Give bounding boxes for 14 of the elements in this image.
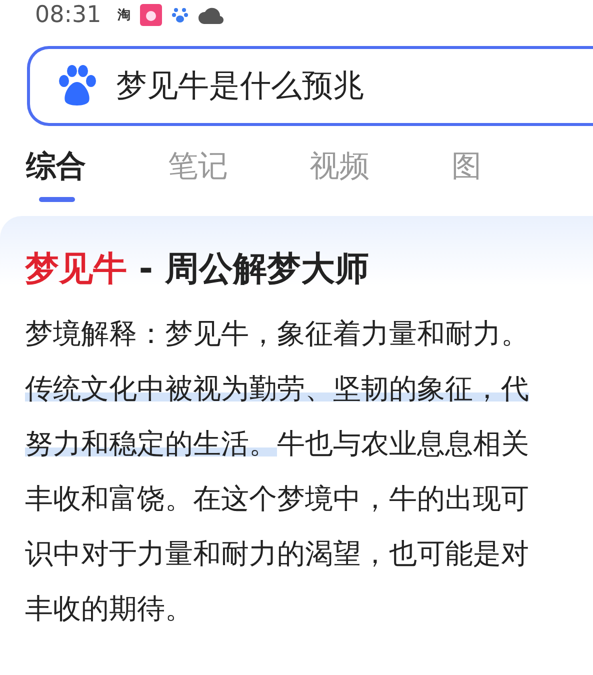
app-icon: 淘	[117, 6, 130, 24]
paw-icon	[172, 6, 188, 24]
result-text-line: 识中对于力量和耐力的渴望，也可能是对	[25, 536, 530, 572]
result-text-line: 丰收和富饶。在这个梦境中，牛的出现可	[25, 481, 530, 517]
tab[interactable]: 综合	[26, 146, 86, 187]
cloud-icon	[198, 5, 224, 25]
result-text-line: 努力和稳定的生活。牛也与农业息息相关	[25, 426, 530, 462]
paw-icon	[56, 65, 98, 107]
result-text-line: 丰收的期待。	[25, 591, 194, 627]
result-text-line: 梦境解释：梦见牛，象征着力量和耐力。	[25, 316, 530, 352]
app-icon	[140, 4, 162, 26]
status-time: 08:31	[35, 2, 102, 28]
search-field[interactable]: 梦见牛是什么预兆	[27, 46, 593, 126]
result-title[interactable]: 梦见牛 - 周公解梦大师	[25, 246, 593, 292]
